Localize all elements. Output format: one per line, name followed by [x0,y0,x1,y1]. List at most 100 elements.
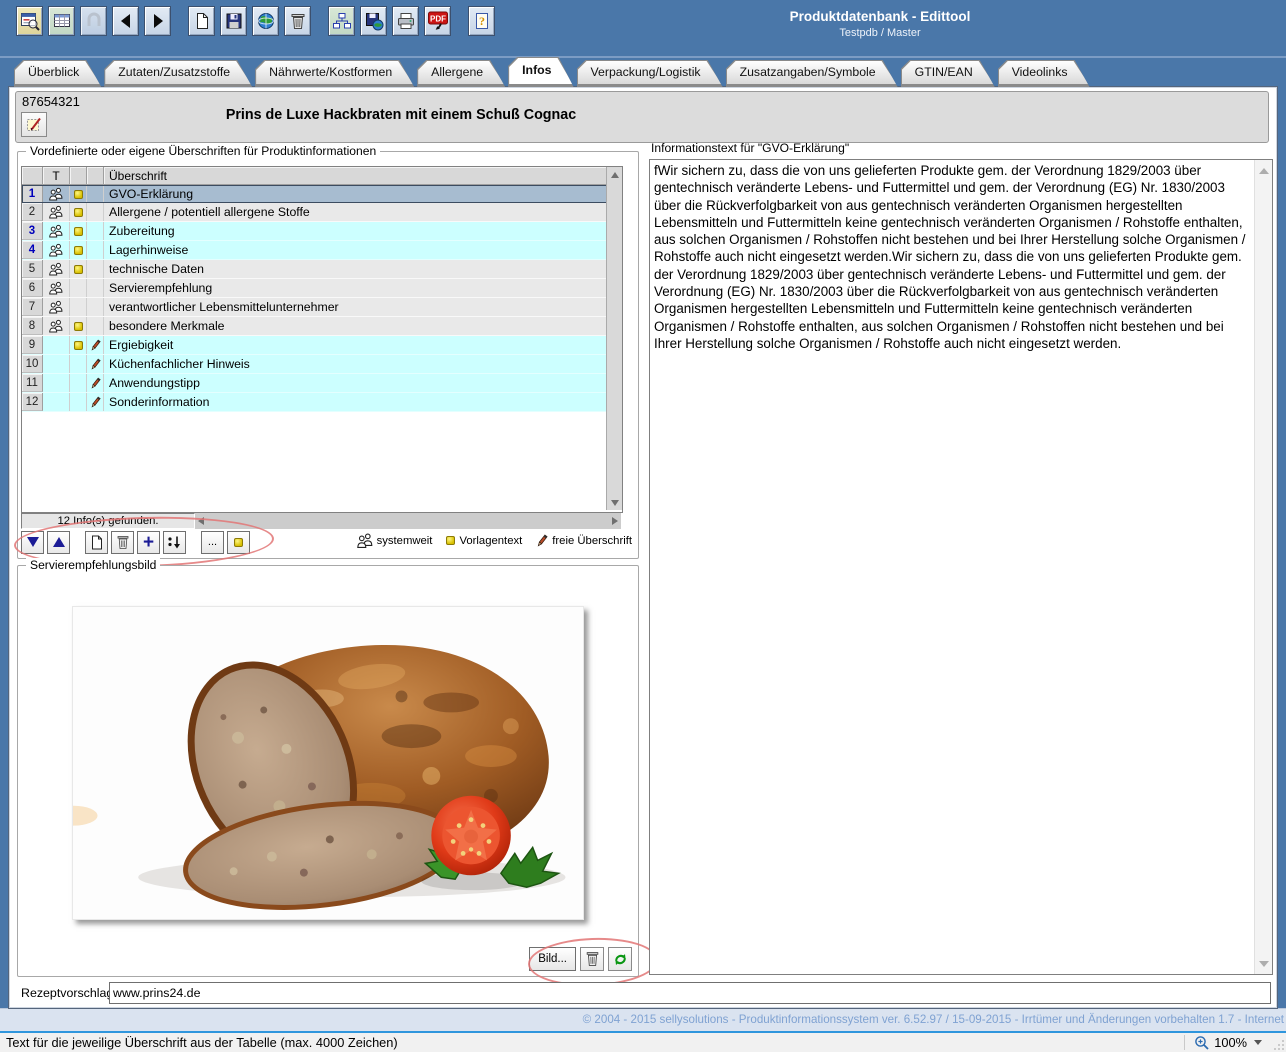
edit-product-button[interactable] [21,112,47,137]
vorlagentext-icon [73,189,83,199]
bild-button[interactable]: Bild... [529,947,576,971]
nav-back-button[interactable] [112,6,139,36]
table-row[interactable]: 4 Lagerhinweise [22,241,607,260]
print-button[interactable] [392,6,419,36]
tab-zutaten-zusatzstoffe[interactable]: Zutaten/Zusatzstoffe [104,60,252,87]
table-view-icon [53,14,70,27]
rows-found-status: 12 Info(s) gefunden. [21,513,195,529]
cell-systemweit [43,298,70,316]
edit-note-icon [27,117,41,131]
heading-label: Allergene / potentiell allergene Stoffe [109,205,310,219]
vorlage-dot-button[interactable] [227,530,250,554]
cell-systemweit [43,393,70,411]
vorlagentext-icon [73,264,83,274]
trash-small-icon [117,535,128,549]
delete-record-button[interactable] [284,6,311,36]
save-web-button[interactable] [360,6,387,36]
cell-systemweit [43,222,70,240]
more-options-button[interactable]: ... [201,530,224,554]
heading-label: Ergiebigkeit [109,338,174,352]
new-record-icon [196,13,208,29]
systemweit-icon [49,262,63,276]
cell-vorlagentext [70,260,87,278]
structure-button[interactable] [328,6,355,36]
table-view-button[interactable] [48,6,75,36]
recipe-input[interactable] [109,982,1271,1004]
cell-frei [87,185,104,203]
info-text-area[interactable]: fWir sichern zu, dass die von uns gelief… [649,159,1273,975]
scroll-up-icon[interactable] [607,167,622,182]
info-text-scrollbar[interactable] [1254,160,1272,974]
delete-image-button[interactable] [580,947,604,971]
sort-icon [168,536,180,549]
table-row[interactable]: 3 Zubereitung [22,222,607,241]
new-heading-button[interactable] [85,530,108,554]
zoom-level: 100% [1214,1035,1247,1050]
heading-label: GVO-Erklärung [109,187,194,201]
scroll-left-icon[interactable] [198,517,204,525]
move-up-button[interactable] [47,530,70,554]
cell-vorlagentext [70,222,87,240]
pdf-export-button[interactable]: PDF [424,6,451,36]
cell-frei [87,298,104,316]
move-down-button[interactable] [21,530,44,554]
tab-nährwerte-kostformen[interactable]: Nährwerte/Kostformen [255,60,414,87]
table-row[interactable]: 2 Allergene / potentiell allergene Stoffe [22,203,607,222]
cell-frei [87,222,104,240]
info-text-content[interactable]: fWir sichern zu, dass die von uns gelief… [654,162,1250,972]
table-horizontal-scrollbar[interactable] [195,513,621,529]
row-number: 9 [22,336,43,354]
vorlagentext-icon [446,536,456,545]
table-row[interactable]: 11 Anwendungstipp [22,374,607,393]
title-bar: PDF ? Produktdatenbank - Edittool Testpd… [0,0,1286,58]
sort-headings-button[interactable] [163,530,186,554]
scroll-right-icon[interactable] [612,517,618,525]
info-text-title: Informationstext für "GVO-Erklärung" [651,141,850,155]
zoom-control[interactable]: 100% [1184,1033,1276,1052]
table-row[interactable]: 5 technische Daten [22,260,607,279]
help-button[interactable]: ? [468,6,495,36]
heading-label: Servierempfehlung [109,281,213,295]
table-row[interactable]: 9 Ergiebigkeit [22,336,607,355]
nav-forward-button[interactable] [144,6,171,36]
scroll-down-icon[interactable] [1255,955,1272,972]
tab-gtin-ean[interactable]: GTIN/EAN [901,60,995,87]
add-heading-button[interactable]: + [137,530,160,554]
new-record-button[interactable] [188,6,215,36]
tab-verpackung-logistik[interactable]: Verpackung/Logistik [577,60,723,87]
row-number: 3 [22,222,43,240]
freie-ueberschrift-icon [91,358,101,370]
web-globe-button[interactable] [252,6,279,36]
nav-back-icon [120,14,130,28]
window-title: Produktdatenbank - Edittool [789,9,971,24]
table-row[interactable]: 1 GVO-Erklärung [22,185,607,203]
cell-vorlagentext [70,336,87,354]
tab-label: Allergene [418,61,504,84]
cell-vorlagentext [70,185,87,203]
delete-heading-button[interactable] [111,530,134,554]
scroll-down-icon[interactable] [607,495,622,510]
table-row[interactable]: 12 Sonderinformation [22,393,607,412]
table-row[interactable]: 7 verantwortlicher Lebensmittelunternehme… [22,298,607,317]
search-form-button[interactable] [16,6,43,36]
product-name: Prins de Luxe Hackbraten mit einem Schuß… [225,107,577,123]
tab-videolinks[interactable]: Videolinks [998,60,1090,87]
table-row[interactable]: 8 besondere Merkmale [22,317,607,336]
refresh-image-button[interactable] [608,947,632,971]
refresh-icon [614,953,626,965]
tab-zusatzangaben-symbole[interactable]: Zusatzangaben/Symbole [726,60,898,87]
tab-allergene[interactable]: Allergene [417,60,505,87]
tab-überblick[interactable]: Überblick [14,60,101,87]
table-row[interactable]: 6 Servierempfehlung [22,279,607,298]
tab-bar: Überblick Zutaten/Zusatzstoffe Nährwerte/K… [14,59,1093,87]
systemweit-icon [356,533,372,548]
vorlagentext-icon [73,321,83,331]
row-number: 10 [22,355,43,373]
table-row[interactable]: 10 Küchenfachlicher Hinweis [22,355,607,374]
table-vertical-scrollbar[interactable] [606,167,622,510]
save-button[interactable] [220,6,247,36]
tab-infos[interactable]: Infos [508,57,573,87]
scroll-up-icon[interactable] [1255,162,1272,179]
recipe-label: Rezeptvorschlag: [21,986,117,1000]
row-number: 7 [22,298,43,316]
